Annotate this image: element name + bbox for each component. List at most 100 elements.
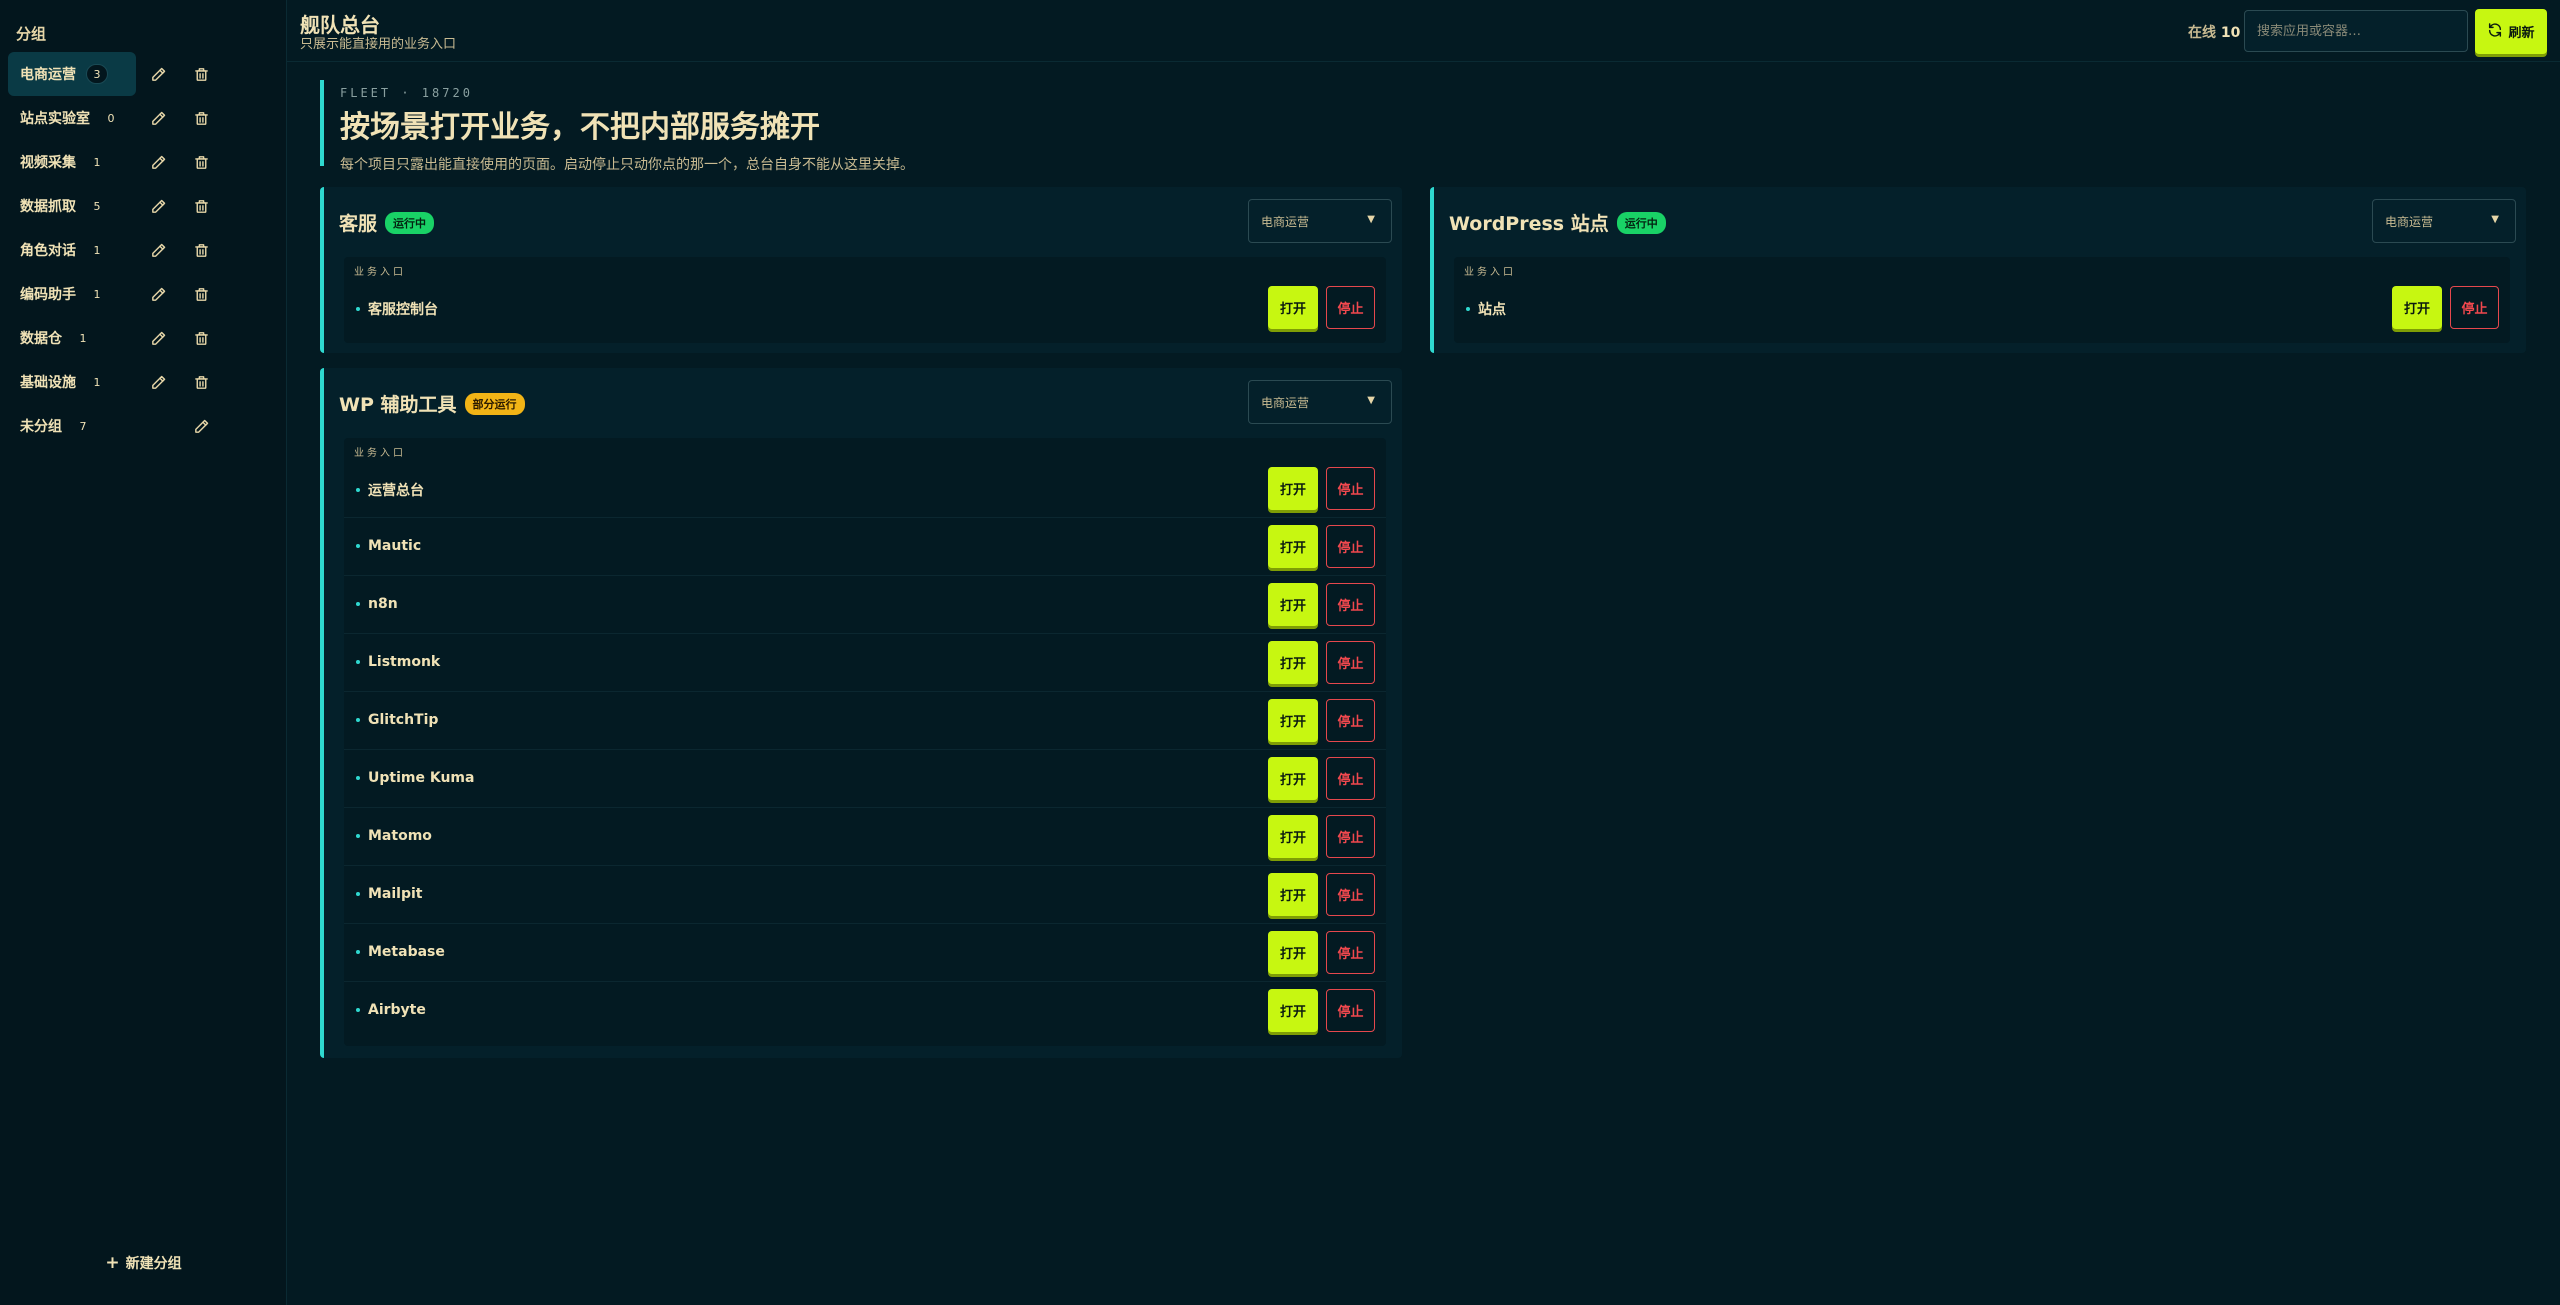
bullet-icon bbox=[356, 892, 360, 896]
sidebar-group-item[interactable]: 视频采集 1 bbox=[8, 140, 136, 184]
bullet-icon bbox=[356, 718, 360, 722]
hero-title: 按场景打开业务，不把内部服务摊开 bbox=[340, 110, 820, 145]
card-title-wrap: WP 辅助工具 部分运行 bbox=[339, 390, 525, 417]
bullet-icon bbox=[356, 660, 360, 664]
pencil-icon[interactable] bbox=[145, 281, 171, 307]
stop-button[interactable]: 停止 bbox=[1326, 931, 1375, 974]
group-select[interactable]: 电商运营 ▼ bbox=[1248, 199, 1392, 243]
entry-name: 客服控制台 bbox=[356, 299, 438, 319]
open-button[interactable]: 打开 bbox=[1268, 583, 1318, 626]
sidebar-group-item[interactable]: 数据抓取 5 bbox=[8, 184, 136, 228]
open-button[interactable]: 打开 bbox=[1268, 873, 1318, 916]
entry-label: Airbyte bbox=[368, 1002, 426, 1018]
open-button[interactable]: 打开 bbox=[1268, 286, 1318, 329]
stop-button[interactable]: 停止 bbox=[1326, 873, 1375, 916]
entries-panel: 业务入口 站点 打开 停止 bbox=[1454, 257, 2510, 343]
card-title: WordPress 站点 bbox=[1449, 213, 1609, 235]
stop-button[interactable]: 停止 bbox=[1326, 757, 1375, 800]
sidebar-group-item[interactable]: 基础设施 1 bbox=[8, 360, 136, 404]
stop-button[interactable]: 停止 bbox=[1326, 699, 1375, 742]
trash-icon[interactable] bbox=[188, 369, 214, 395]
pencil-icon[interactable] bbox=[145, 105, 171, 131]
pencil-icon[interactable] bbox=[145, 369, 171, 395]
open-button[interactable]: 打开 bbox=[2392, 286, 2442, 329]
hero-section: FLEET · 18720 按场景打开业务，不把内部服务摊开 每个项目只露出能直… bbox=[320, 80, 1320, 173]
sidebar-group-item[interactable]: 电商运营 3 bbox=[8, 52, 136, 96]
top-header: 舰队总台 只展示能直接用的业务入口 在线 10 刷新 bbox=[287, 0, 2560, 62]
entry-label: Mautic bbox=[368, 538, 422, 554]
sidebar-group-item[interactable]: 站点实验室 0 bbox=[8, 96, 136, 140]
group-name: 站点实验室 bbox=[20, 111, 90, 127]
group-row: 数据仓 1 bbox=[8, 316, 278, 360]
pencil-icon[interactable] bbox=[145, 61, 171, 87]
stop-button[interactable]: 停止 bbox=[1326, 467, 1375, 510]
bullet-icon bbox=[356, 602, 360, 606]
entry-row: n8n 打开 停止 bbox=[344, 576, 1386, 634]
entry-name: Metabase bbox=[356, 944, 445, 960]
stop-button[interactable]: 停止 bbox=[1326, 989, 1375, 1032]
group-count-badge: 1 bbox=[93, 243, 101, 257]
bullet-icon bbox=[356, 488, 360, 492]
group-name: 编码助手 bbox=[20, 287, 76, 303]
group-select[interactable]: 电商运营 ▼ bbox=[2372, 199, 2516, 243]
entries-panel: 业务入口客服控制台 打开 停止 bbox=[344, 257, 1386, 343]
project-card: WordPress 站点 运行中 电商运营 ▼ 业务入口 站点 打开 停止 bbox=[1430, 187, 2526, 353]
group-count-badge: 0 bbox=[107, 111, 115, 125]
stop-button[interactable]: 停止 bbox=[1326, 815, 1375, 858]
entry-name: 运营总台 bbox=[356, 480, 424, 500]
trash-icon[interactable] bbox=[188, 237, 214, 263]
search-input[interactable] bbox=[2244, 10, 2468, 52]
stop-button[interactable]: 停止 bbox=[1326, 583, 1375, 626]
app-root: 分组 电商运营 3 站点实验室 0 视频采集 1 数据抓取 5 角色对话 1 编码助手 1 数据仓 1 基础… bbox=[0, 0, 2560, 1305]
open-button[interactable]: 打开 bbox=[1268, 757, 1318, 800]
entry-label: n8n bbox=[368, 596, 398, 612]
refresh-button[interactable]: 刷新 bbox=[2475, 9, 2547, 54]
card-title: WP 辅助工具 bbox=[339, 394, 457, 416]
open-button[interactable]: 打开 bbox=[1268, 699, 1318, 742]
entry-row: Mautic 打开 停止 bbox=[344, 518, 1386, 576]
stop-button[interactable]: 停止 bbox=[1326, 525, 1375, 568]
trash-icon[interactable] bbox=[188, 149, 214, 175]
group-name: 基础设施 bbox=[20, 375, 76, 391]
plus-icon: + bbox=[105, 1253, 120, 1273]
stop-button[interactable]: 停止 bbox=[1326, 641, 1375, 684]
stop-button[interactable]: 停止 bbox=[2450, 286, 2499, 329]
trash-icon[interactable] bbox=[188, 281, 214, 307]
trash-icon[interactable] bbox=[188, 325, 214, 351]
entries-label: 业务入口 bbox=[354, 267, 406, 278]
pencil-icon[interactable] bbox=[188, 413, 214, 439]
group-row: 数据抓取 5 bbox=[8, 184, 278, 228]
trash-icon[interactable] bbox=[188, 61, 214, 87]
entry-row: Metabase 打开 停止 bbox=[344, 924, 1386, 982]
chevron-down-icon: ▼ bbox=[1367, 214, 1375, 225]
pencil-icon[interactable] bbox=[145, 149, 171, 175]
trash-icon[interactable] bbox=[188, 105, 214, 131]
pencil-icon[interactable] bbox=[145, 237, 171, 263]
entry-name: n8n bbox=[356, 596, 398, 612]
card-title: 客服 bbox=[339, 213, 378, 235]
open-button[interactable]: 打开 bbox=[1268, 815, 1318, 858]
sidebar-group-item[interactable]: 数据仓 1 bbox=[8, 316, 136, 360]
new-group-button[interactable]: + 新建分组 bbox=[0, 1253, 287, 1273]
pencil-icon[interactable] bbox=[145, 193, 171, 219]
bullet-icon bbox=[356, 834, 360, 838]
entry-label: Uptime Kuma bbox=[368, 770, 475, 786]
sidebar-group-item[interactable]: 角色对话 1 bbox=[8, 228, 136, 272]
stop-button[interactable]: 停止 bbox=[1326, 286, 1375, 329]
online-count: 10 bbox=[2220, 25, 2241, 41]
entry-row: 运营总台 打开 停止 bbox=[344, 460, 1386, 518]
group-row: 电商运营 3 bbox=[8, 52, 278, 96]
group-name: 未分组 bbox=[20, 419, 62, 435]
pencil-icon[interactable] bbox=[145, 325, 171, 351]
open-button[interactable]: 打开 bbox=[1268, 989, 1318, 1032]
project-card: 客服 运行中 电商运营 ▼ 业务入口 客服控制台 打开 停止 bbox=[320, 187, 1402, 353]
open-button[interactable]: 打开 bbox=[1268, 467, 1318, 510]
sidebar-group-item[interactable]: 未分组 7 bbox=[8, 404, 136, 448]
open-button[interactable]: 打开 bbox=[1268, 525, 1318, 568]
open-button[interactable]: 打开 bbox=[1268, 641, 1318, 684]
group-select[interactable]: 电商运营 ▼ bbox=[1248, 380, 1392, 424]
trash-icon[interactable] bbox=[188, 193, 214, 219]
sidebar-group-item[interactable]: 编码助手 1 bbox=[8, 272, 136, 316]
open-button[interactable]: 打开 bbox=[1268, 931, 1318, 974]
entry-row: GlitchTip 打开 停止 bbox=[344, 692, 1386, 750]
